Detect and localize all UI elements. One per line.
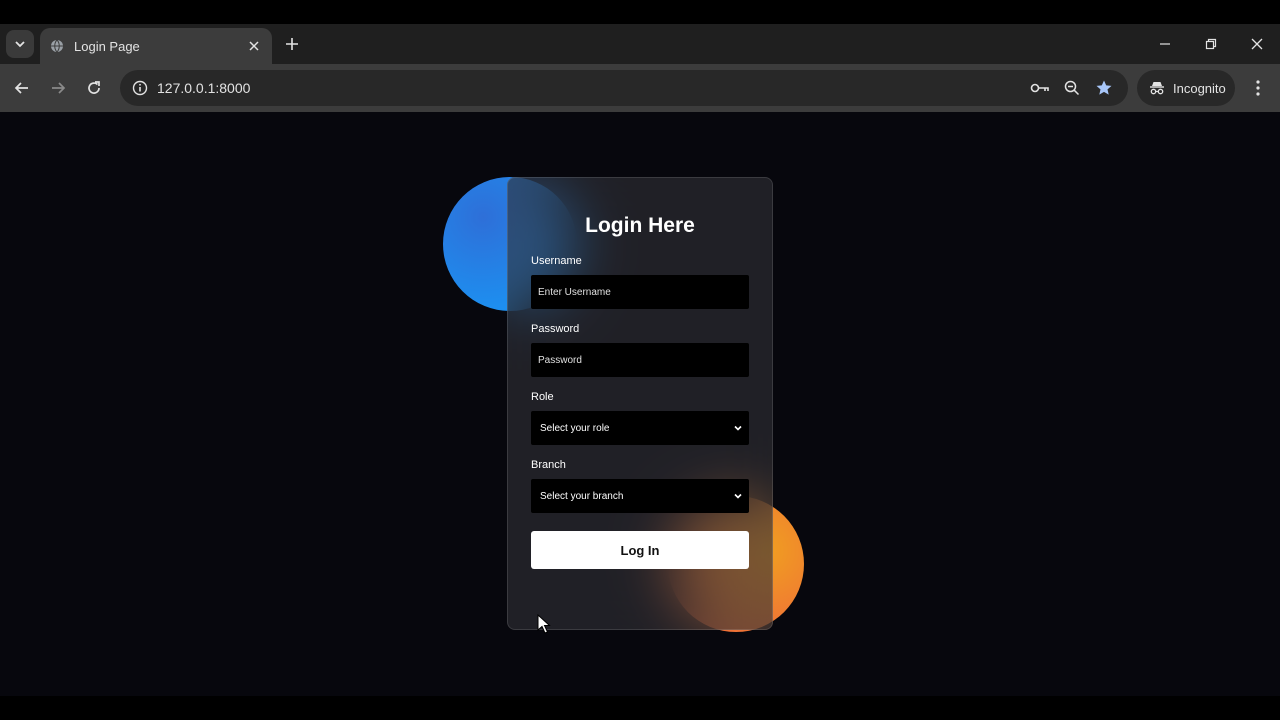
incognito-profile-button[interactable]: Incognito [1137, 70, 1235, 106]
page-viewport: Login Here Username Password Role Select… [0, 112, 1280, 696]
minimize-icon [1160, 43, 1170, 45]
screen: Login Page 127.0.0.1:8000 Incognito Logi… [0, 0, 1280, 720]
browser-menu-button[interactable] [1246, 74, 1270, 102]
mouse-cursor-icon [537, 614, 551, 634]
reload-icon [88, 81, 100, 94]
role-label: Role [531, 391, 554, 403]
bookmark-button[interactable] [1092, 76, 1116, 100]
tab-title: Login Page [74, 38, 140, 54]
username-input[interactable] [531, 275, 749, 309]
reload-button[interactable] [80, 74, 108, 102]
tab-close-button[interactable] [244, 36, 264, 56]
back-button[interactable] [8, 74, 36, 102]
site-info-button[interactable] [128, 76, 152, 100]
login-title: Login Here [585, 214, 695, 237]
login-button[interactable]: Log In [531, 531, 749, 569]
password-key-button[interactable] [1028, 76, 1052, 100]
password-label: Password [531, 323, 580, 335]
arrow-right-icon [52, 82, 66, 94]
restore-icon [1205, 38, 1217, 50]
close-icon [1251, 38, 1263, 50]
branch-select-value: Select your branch [540, 490, 624, 502]
new-tab-button[interactable] [280, 32, 304, 56]
chevron-down-icon [729, 487, 747, 505]
info-icon [132, 80, 148, 96]
toolbar: 127.0.0.1:8000 Incognito [0, 64, 1280, 112]
branch-select[interactable]: Select your branch [531, 479, 749, 513]
tab-strip: Login Page [0, 24, 1280, 64]
role-select-value: Select your role [540, 422, 610, 434]
tab-login-page[interactable]: Login Page [40, 28, 272, 64]
incognito-icon [1150, 82, 1164, 95]
url-text: 127.0.0.1:8000 [157, 80, 251, 96]
password-input[interactable] [531, 343, 749, 377]
bottom-letterbox [0, 696, 1280, 720]
chevron-down-icon [15, 41, 25, 48]
arrow-left-icon [14, 82, 28, 94]
close-window-button[interactable] [1243, 30, 1271, 58]
login-card: Login Here Username Password Role Select… [507, 177, 773, 630]
minimize-button[interactable] [1151, 30, 1179, 58]
role-select[interactable]: Select your role [531, 411, 749, 445]
key-icon [1030, 83, 1049, 93]
restore-button[interactable] [1197, 30, 1225, 58]
tab-search-button[interactable] [6, 30, 34, 58]
browser-chrome: Login Page 127.0.0.1:8000 Incognito [0, 24, 1280, 112]
incognito-label: Incognito [1173, 80, 1226, 96]
globe-icon [51, 39, 63, 53]
branch-label: Branch [531, 459, 566, 471]
zoom-out-icon [1064, 80, 1080, 96]
close-icon [249, 41, 259, 51]
username-label: Username [531, 255, 582, 267]
chevron-down-icon [729, 419, 747, 437]
plus-icon [286, 38, 298, 50]
address-bar[interactable]: 127.0.0.1:8000 [120, 70, 1128, 106]
more-vertical-icon [1256, 80, 1260, 96]
zoom-button[interactable] [1060, 76, 1084, 100]
star-icon [1096, 80, 1112, 95]
forward-button[interactable] [44, 74, 72, 102]
